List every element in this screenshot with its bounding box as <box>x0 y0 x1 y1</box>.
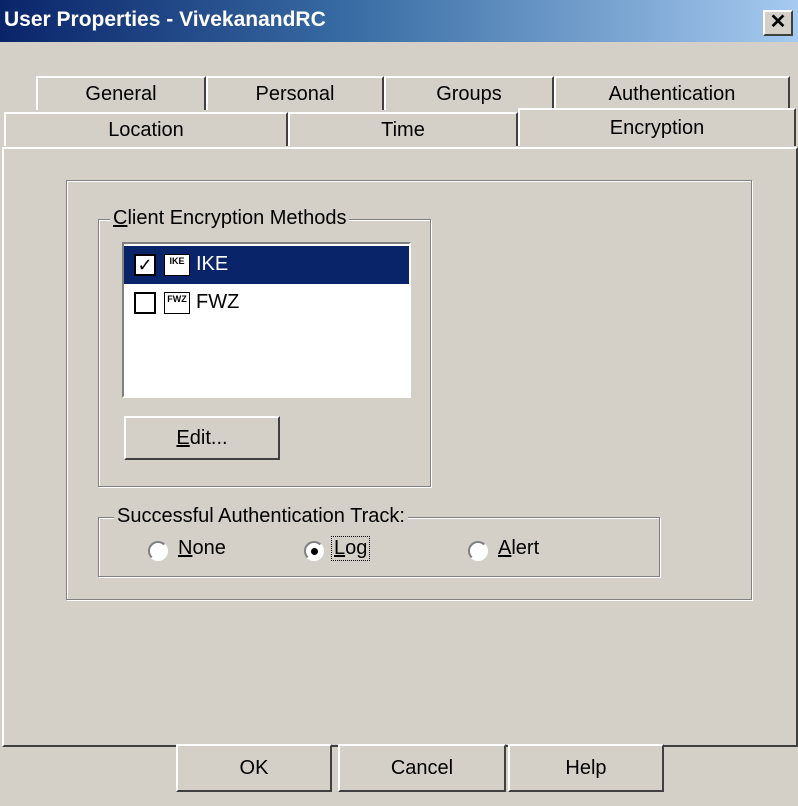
radio-log[interactable] <box>304 541 324 561</box>
window-title: User Properties - VivekanandRC <box>4 8 326 31</box>
tab-label: Time <box>381 119 425 141</box>
tab-label: Groups <box>436 83 502 105</box>
tab-personal[interactable]: Personal <box>206 76 384 110</box>
radio-log-label: Log <box>330 536 371 561</box>
ike-label: IKE <box>196 253 229 275</box>
ike-icon: IKE <box>164 254 190 276</box>
fwz-label: FWZ <box>196 291 240 313</box>
ok-button[interactable]: OK <box>176 744 332 792</box>
list-item-fwz[interactable]: FWZ FWZ <box>124 284 409 322</box>
tab-label: Encryption <box>609 117 705 139</box>
radio-alert-label: Alert <box>498 537 540 559</box>
tab-authentication[interactable]: Authentication <box>554 76 790 110</box>
tab-location[interactable]: Location <box>4 112 288 146</box>
title-bar: User Properties - VivekanandRC ✕ <box>0 0 798 42</box>
radio-alert[interactable] <box>468 541 488 561</box>
radio-none-label: None <box>178 537 226 559</box>
tab-encryption[interactable]: Encryption <box>518 108 796 146</box>
cancel-button[interactable]: Cancel <box>338 744 506 792</box>
fwz-checkbox[interactable] <box>134 292 156 314</box>
fwz-icon: FWZ <box>164 292 190 314</box>
close-button[interactable]: ✕ <box>763 10 793 36</box>
tab-label: Location <box>108 119 184 141</box>
tab-label: Personal <box>255 83 335 105</box>
ike-checkbox[interactable]: ✓ <box>134 254 156 276</box>
list-item-ike[interactable]: ✓ IKE IKE <box>124 246 409 284</box>
help-button[interactable]: Help <box>508 744 664 792</box>
tab-time[interactable]: Time <box>288 112 518 146</box>
edit-button[interactable]: Edit... <box>124 416 280 460</box>
radio-none[interactable] <box>148 541 168 561</box>
tab-groups[interactable]: Groups <box>384 76 554 110</box>
auth-track-label: Successful Authentication Track: <box>114 505 408 528</box>
client-encryption-label: Client Encryption Methods <box>110 207 350 230</box>
close-icon: ✕ <box>769 11 787 33</box>
radio-selected-dot <box>311 548 318 555</box>
encryption-methods-list[interactable]: ✓ IKE IKE FWZ FWZ <box>122 242 411 398</box>
tab-general[interactable]: General <box>36 76 206 110</box>
tab-label: Authentication <box>608 83 736 105</box>
tab-label: General <box>85 83 157 105</box>
